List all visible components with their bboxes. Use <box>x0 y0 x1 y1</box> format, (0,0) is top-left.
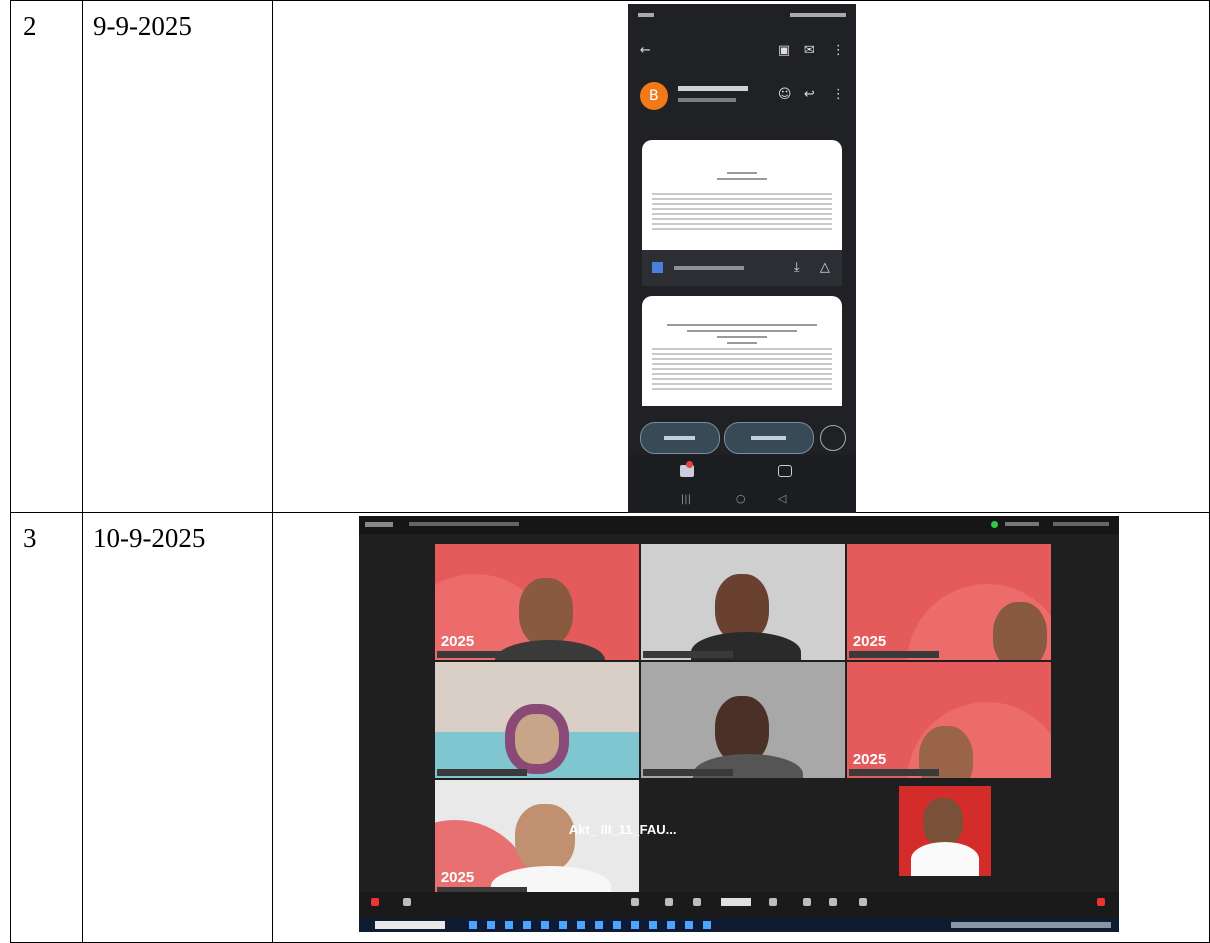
row-number: 2 <box>10 0 83 513</box>
video-tile: 2025 <box>846 662 1051 778</box>
download-icon: ⤓ <box>793 260 800 275</box>
notification-badge <box>685 461 693 468</box>
leave-icon <box>1096 898 1105 906</box>
back-arrow-icon: ← <box>639 43 651 58</box>
drive-icon: △ <box>819 260 830 275</box>
apps-icon <box>802 898 811 906</box>
phone-status-bar <box>628 4 856 36</box>
record-icon <box>768 898 777 906</box>
video-tile <box>434 662 639 778</box>
row-date: 9-9-2025 <box>81 0 273 513</box>
home-icon: ○ <box>735 492 746 505</box>
evidence-cell: 2025 2025 2025 2025 Akt_ III_11_FAU... <box>271 512 1210 943</box>
emoji-icon: ☺ <box>777 87 792 102</box>
attachment-preview <box>641 296 842 406</box>
sender-avatar: B <box>639 82 668 110</box>
zoom-title-bar <box>358 516 1119 534</box>
sender-name <box>677 86 748 91</box>
mail-icon: ✉ <box>803 43 815 58</box>
banner-year: 2025 <box>440 869 475 886</box>
participants-icon <box>630 898 639 906</box>
table-row: 2 9-9-2025 ← ▣ ✉ ⋮ B ☺ ↩ ⋮ ⤓ △ ||| ○ ◁ <box>10 0 1210 513</box>
sender-recipient <box>677 98 736 102</box>
share-icon <box>720 898 751 906</box>
participant-name-tile: Akt_ III_11_FAU... <box>568 822 677 837</box>
banner-year: 2025 <box>852 633 887 650</box>
windows-taskbar <box>358 918 1119 932</box>
back-nav-icon: ◁ <box>777 492 787 505</box>
evidence-cell: ← ▣ ✉ ⋮ B ☺ ↩ ⋮ ⤓ △ ||| ○ ◁ <box>271 0 1210 513</box>
video-tile <box>640 662 845 778</box>
security-icon <box>990 521 998 528</box>
react-icon <box>692 898 701 906</box>
row-number: 3 <box>10 512 83 943</box>
reply-button <box>639 422 720 454</box>
mic-icon <box>370 898 379 906</box>
row-date: 10-9-2025 <box>81 512 273 943</box>
video-icon <box>402 898 411 906</box>
emoji-reaction-icon <box>819 425 846 451</box>
chat-icon <box>664 898 673 906</box>
forward-button <box>723 422 814 454</box>
attachment-preview <box>641 140 842 250</box>
email-toolbar: ← ▣ ✉ ⋮ <box>628 44 856 68</box>
more-icon: ⋮ <box>831 43 845 58</box>
profile-photo <box>898 786 991 876</box>
video-tile: 2025 <box>434 780 639 896</box>
video-tile: 2025 <box>846 544 1051 660</box>
zoom-meeting-screenshot: 2025 2025 2025 2025 Akt_ III_11_FAU... <box>358 516 1119 932</box>
video-tile: 2025 <box>434 544 639 660</box>
recents-icon: ||| <box>680 494 691 505</box>
activity-log-table: 2 9-9-2025 ← ▣ ✉ ⋮ B ☺ ↩ ⋮ ⤓ △ ||| ○ ◁ 3… <box>10 0 1210 943</box>
banner-year: 2025 <box>852 751 887 768</box>
rooms-icon <box>828 898 837 906</box>
video-tile <box>640 544 845 660</box>
attachment-bar: ⤓ △ <box>641 250 842 286</box>
meet-tab-icon <box>777 465 792 477</box>
more-icon: ⋮ <box>831 87 845 102</box>
delete-icon: ▣ <box>777 43 791 58</box>
banner-year: 2025 <box>440 633 475 650</box>
reply-icon: ↩ <box>803 87 815 102</box>
more-icon <box>858 898 867 906</box>
zoom-controls-bar <box>358 892 1119 918</box>
table-row: 3 10-9-2025 2025 2025 2025 2025 Akt_ III… <box>10 512 1210 943</box>
phone-email-screenshot: ← ▣ ✉ ⋮ B ☺ ↩ ⋮ ⤓ △ ||| ○ ◁ <box>627 4 856 513</box>
phone-nav-bar: ||| ○ ◁ <box>627 455 856 513</box>
